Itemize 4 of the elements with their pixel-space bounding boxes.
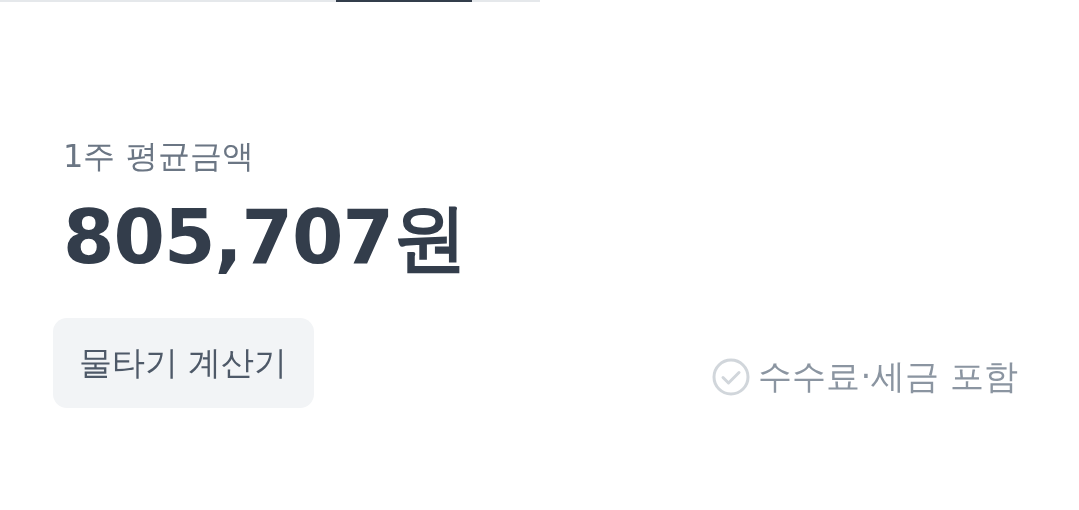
- check-circle-icon: [712, 358, 751, 396]
- average-label: 1주 평균금액: [63, 136, 255, 177]
- average-amount: 805,707원: [63, 193, 468, 282]
- calculator-button[interactable]: 물타기 계산기: [53, 318, 314, 408]
